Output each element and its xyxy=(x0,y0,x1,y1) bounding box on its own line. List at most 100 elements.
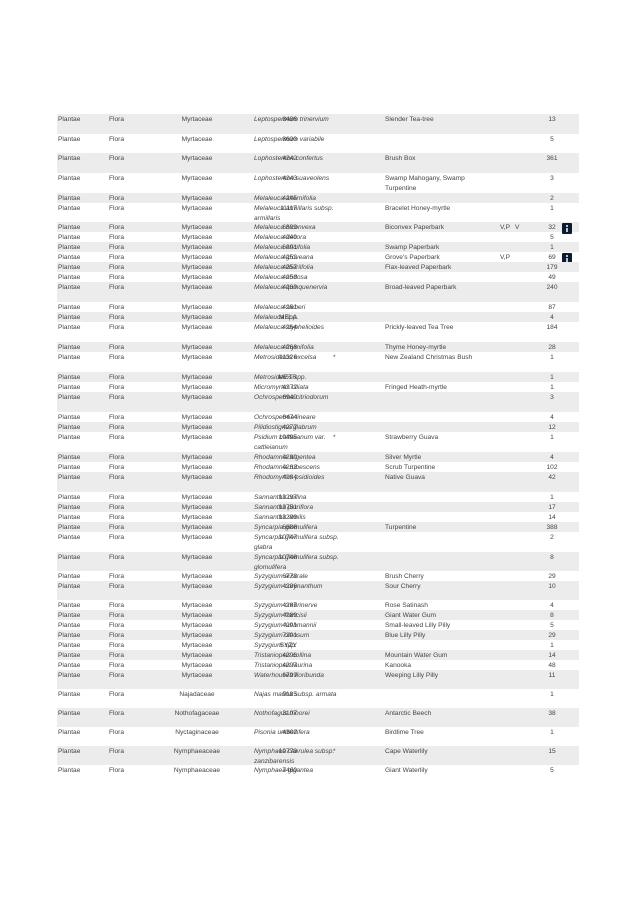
table-row: Plantae Flora Myrtaceae 4249 Melaleuca decor… xyxy=(57,232,579,242)
record-count-cell: 184 xyxy=(546,324,558,331)
kingdom-cell: Plantae xyxy=(58,672,81,679)
class-cell: Flora xyxy=(109,767,125,774)
table-row: Plantae Flora Myrtaceae 10748 Syncarpia glom… xyxy=(57,552,579,571)
common-name-cell: Giant Waterlily xyxy=(385,767,428,774)
class-cell: Flora xyxy=(109,205,125,212)
kingdom-cell: Plantae xyxy=(58,354,81,361)
scientific-name-cell: Ochrosperma citriodorum xyxy=(254,394,329,401)
table-row: Plantae Flora Myrtaceae 4261 Melaleuca siebe… xyxy=(57,302,579,312)
common-name-cell: Swamp Mahogany, Swamp Turpentine xyxy=(385,175,465,192)
table-row: Plantae Flora Myrtaceae 13297 Sannantha coll… xyxy=(57,492,579,502)
table-row: Plantae Flora Myrtaceae 4291 Syzygium luehma… xyxy=(57,620,579,630)
record-count-cell: 5 xyxy=(550,136,554,143)
record-count-cell: 38 xyxy=(548,710,556,717)
table-row: Plantae Flora Myrtaceae 6799 Waterhousea flo… xyxy=(57,670,579,689)
class-cell: Flora xyxy=(109,116,125,123)
table-row: Plantae Flora Myrtaceae 13751 Sannantha plur… xyxy=(57,502,579,512)
table-row: Plantae Flora Myrtaceae 4284 Rhodomyrtus psi… xyxy=(57,472,579,492)
table-row: Plantae Flora Myrtaceae 4296 Tristaniopsis c… xyxy=(57,650,579,660)
table-row: Plantae Flora Nymphaeaceae 7460 Nymphaea gig… xyxy=(57,765,579,775)
table-row: Plantae Flora Myrtaceae 10495 Psidium cattle… xyxy=(57,432,579,452)
table-row: Plantae Flora Myrtaceae 6688 Syncarpia glomu… xyxy=(57,522,579,532)
table-row: Plantae Flora Myrtaceae 4258 Melaleuca nodos… xyxy=(57,272,579,282)
kingdom-cell: Plantae xyxy=(58,136,81,143)
class-cell: Flora xyxy=(109,136,125,143)
kingdom-cell: Plantae xyxy=(58,729,81,736)
table-row: Plantae Flora Myrtaceae 4289 Syzygium franci… xyxy=(57,610,579,620)
class-cell: Flora xyxy=(109,748,125,755)
table-row: Plantae Flora Myrtaceae 4280 Rhodamnia argen… xyxy=(57,452,579,462)
table-row: Plantae Flora Myrtaceae METR Metrosideros sp… xyxy=(57,372,579,382)
record-count-cell: 5 xyxy=(550,767,554,774)
exotic-flag-cell: * xyxy=(333,434,336,441)
table-row: Plantae Flora Myrtaceae 4286 Syzygium coryna… xyxy=(57,581,579,600)
kingdom-cell: Plantae xyxy=(58,205,81,212)
table-row: Plantae Flora Myrtaceae 4264 Melaleuca styph… xyxy=(57,322,579,342)
kingdom-cell: Plantae xyxy=(58,434,81,441)
table-row: Plantae Flora Myrtaceae 4242 Lophostemon con… xyxy=(57,153,579,173)
table-row: Plantae Flora Myrtaceae 6474 Ochrosperma lin… xyxy=(57,412,579,422)
kingdom-cell: Plantae xyxy=(58,767,81,774)
common-name-cell: Bracelet Honey-myrtle xyxy=(385,205,451,212)
common-name-cell: Weeping Lilly Pilly xyxy=(385,672,439,679)
common-name-cell: Native Guava xyxy=(385,474,425,481)
record-count-cell: 3 xyxy=(550,175,554,182)
scientific-name-cell: Psidium cattleianum var. cattleianum xyxy=(254,434,326,451)
scientific-name-cell: Nymphaea gigantea xyxy=(254,767,314,774)
scientific-name-cell: Leptospermum trinervium xyxy=(254,116,329,123)
kingdom-cell: Plantae xyxy=(58,474,81,481)
table-row: Plantae Flora Myrtaceae 6391 Melaleuca erici… xyxy=(57,242,579,252)
class-cell: Flora xyxy=(109,434,125,441)
table-row: Plantae Flora Myrtaceae 11117 Melaleuca armi… xyxy=(57,203,579,222)
table-row: Plantae Flora Myrtaceae 4245 Melaleuca alter… xyxy=(57,193,579,203)
table-row: Plantae Flora Myrtaceae 13299 Sannantha simi… xyxy=(57,512,579,522)
kingdom-cell: Plantae xyxy=(58,155,81,162)
common-name-cell: Cape Waterlily xyxy=(385,748,428,755)
kingdom-cell: Plantae xyxy=(58,324,81,331)
table-row: Plantae Flora Myrtaceae 8486 Leptospermum tr… xyxy=(57,114,579,134)
class-cell: Flora xyxy=(109,474,125,481)
kingdom-cell: Plantae xyxy=(58,583,81,590)
class-cell: Flora xyxy=(109,583,125,590)
table-row: Plantae Flora Myrtaceae SYZY Syzygium spp. 1 xyxy=(57,640,579,650)
table-row: Plantae Flora Myrtaceae 6778 Syzygium austra… xyxy=(57,571,579,581)
common-name-cell: Brush Box xyxy=(385,155,416,162)
kingdom-cell: Plantae xyxy=(58,534,81,541)
scientific-name-cell: Melaleuca armillaris subsp. armillaris xyxy=(254,205,334,222)
scientific-name-cell: Waterhousea floribunda xyxy=(254,672,324,679)
table-row: Plantae Flora Najadaceae 9185 Najas marina s… xyxy=(57,689,579,708)
kingdom-cell: Plantae xyxy=(58,710,81,717)
class-cell: Flora xyxy=(109,672,125,679)
record-count-cell: 10 xyxy=(548,583,556,590)
record-count-cell: 361 xyxy=(546,155,558,162)
table-row: Plantae Flora Myrtaceae 8600 Leptospermum va… xyxy=(57,134,579,153)
common-name-cell: New Zealand Christmas Bush xyxy=(385,354,473,361)
class-cell: Flora xyxy=(109,354,125,361)
scientific-name-cell: Syncarpia glomulifera subsp. glabra xyxy=(254,534,339,551)
kingdom-cell: Plantae xyxy=(58,691,81,698)
scientific-name-cell: Melaleuca quinquenervia xyxy=(254,284,328,291)
table-row: Plantae Flora Myrtaceae 4260 Melaleuca quinq… xyxy=(57,282,579,302)
table-row: Plantae Flora Myrtaceae 4243 Lophostemon sua… xyxy=(57,173,579,193)
kingdom-cell: Plantae xyxy=(58,554,81,561)
scientific-name-cell: Lophostemon suaveolens xyxy=(254,175,330,182)
scientific-name-cell: Lophostemon confertus xyxy=(254,155,323,162)
record-count-cell: 13 xyxy=(548,116,556,123)
record-count-cell: 8 xyxy=(550,554,554,561)
class-cell: Flora xyxy=(109,155,125,162)
class-cell: Flora xyxy=(109,534,125,541)
scientific-name-cell: Metrosideros excelsa xyxy=(254,354,317,361)
class-cell: Flora xyxy=(109,710,125,717)
scientific-name-cell: Nymphaea caerulea subsp. zanzibarensis xyxy=(254,748,335,765)
record-count-cell: 1 xyxy=(550,691,554,698)
table-row: Plantae Flora Nymphaeaceae 10779 Nymphaea ca… xyxy=(57,746,579,765)
kingdom-cell: Plantae xyxy=(58,748,81,755)
scientific-name-cell: Najas marina subsp. armata xyxy=(254,691,337,698)
record-count-cell: 1 xyxy=(550,434,554,441)
table-row: Plantae Flora Myrtaceae 4266 Melaleuca thymi… xyxy=(57,342,579,352)
scientific-name-cell: Rhodomyrtus psidioides xyxy=(254,474,325,481)
table-row: Plantae Flora Myrtaceae 4297 Tristaniopsis l… xyxy=(57,660,579,670)
table-row: Plantae Flora Nothofagaceae 3107 Nothofagus … xyxy=(57,708,579,727)
class-cell: Flora xyxy=(109,324,125,331)
exotic-flag-cell: * xyxy=(333,748,336,755)
